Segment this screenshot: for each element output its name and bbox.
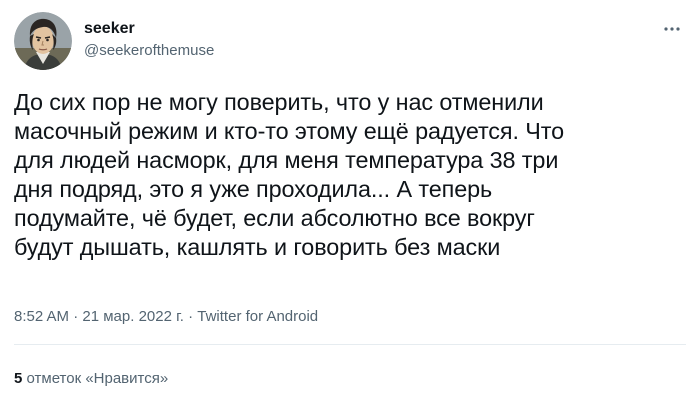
tweet-card: seeker @seekerofthemuse До сих пор не мо… [0, 0, 700, 418]
display-name[interactable]: seeker [84, 19, 214, 39]
user-info: seeker @seekerofthemuse [84, 19, 214, 61]
more-dots-icon [664, 27, 680, 31]
tweet-source[interactable]: Twitter for Android [197, 308, 318, 325]
user-handle[interactable]: @seekerofthemuse [84, 41, 214, 61]
more-options-button[interactable] [658, 20, 686, 38]
divider [14, 344, 686, 345]
tweet-meta: 8:52 AM · 21 мар. 2022 г. · Twitter for … [14, 307, 318, 327]
likes-label: отметок «Нравится» [22, 370, 169, 387]
tweet-header: seeker @seekerofthemuse [14, 12, 686, 72]
tweet-time[interactable]: 8:52 AM [14, 308, 69, 325]
likes-link[interactable]: 5 отметок «Нравится» [14, 369, 168, 389]
tweet-text: До сих пор не могу поверить, что у нас о… [14, 89, 565, 260]
tweet-date[interactable]: 21 мар. 2022 г. [82, 308, 184, 325]
avatar-illustration [14, 12, 72, 70]
avatar[interactable] [14, 12, 72, 70]
meta-separator: · [69, 308, 83, 325]
meta-separator: · [183, 308, 198, 325]
